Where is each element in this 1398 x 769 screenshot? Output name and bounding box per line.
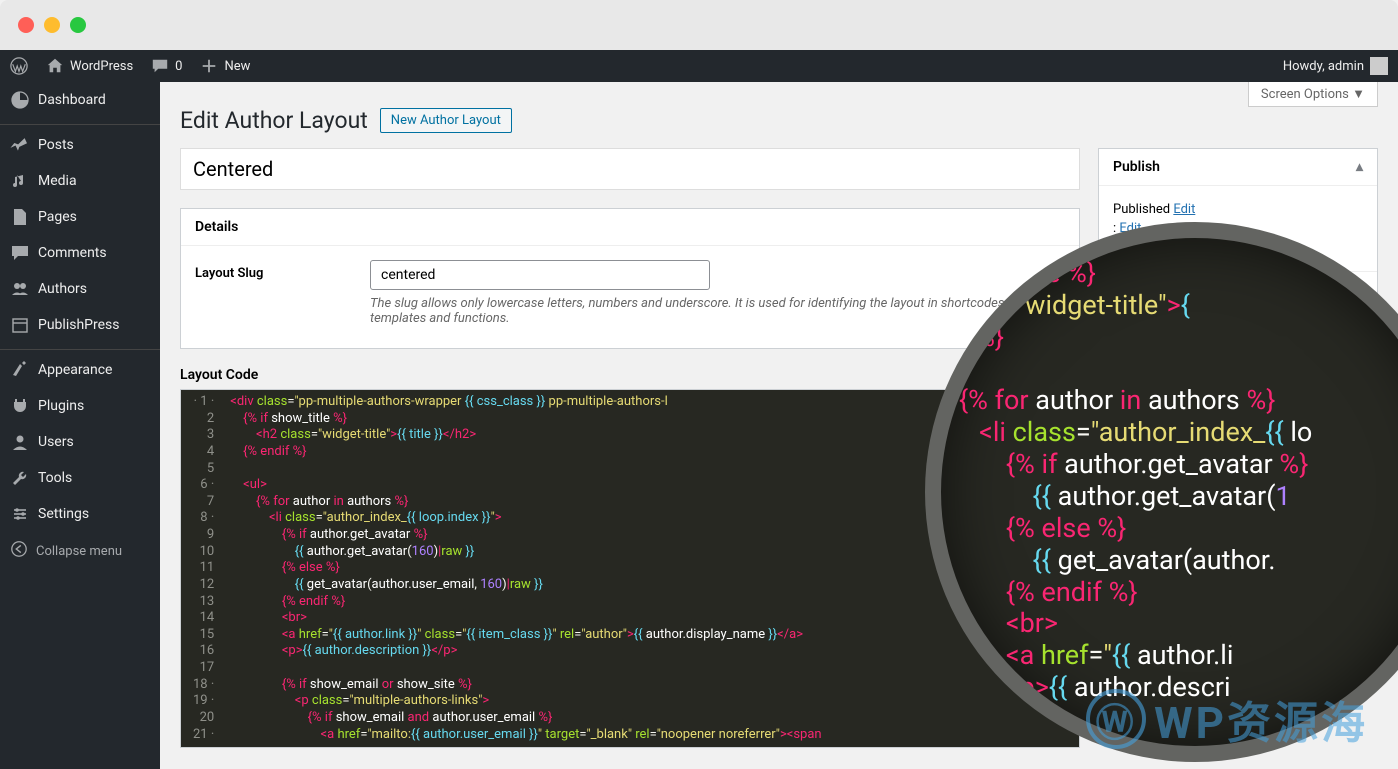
sidebar-item-authors[interactable]: Authors [0,271,160,307]
maximize-window-button[interactable] [70,17,86,33]
details-postbox: Details Layout Slug The slug allows only… [180,208,1080,349]
collapse-menu-button[interactable]: Collapse menu [0,532,160,570]
comment-icon [10,243,30,263]
page-icon [10,207,30,227]
sidebar-item-users[interactable]: Users [0,424,160,460]
page-title: Edit Author Layout [180,107,368,134]
tools-icon [10,468,30,488]
publish-heading: Publish [1113,159,1160,175]
sidebar-item-appearance[interactable]: Appearance [0,349,160,388]
sidebar-item-dashboard[interactable]: Dashboard [0,82,160,118]
plugin-icon [10,396,30,416]
account-menu[interactable]: Howdy, admin [1283,57,1388,75]
howdy-label: Howdy, admin [1283,59,1364,74]
admin-menu: Dashboard Posts Media Pages Comments Aut… [0,82,160,769]
appearance-icon [10,360,30,380]
sidebar-item-media[interactable]: Media [0,163,160,199]
plus-icon [200,57,218,75]
details-heading: Details [181,209,1079,246]
new-author-layout-button[interactable]: New Author Layout [380,108,512,133]
groups-icon [10,279,30,299]
line-gutter: · 1 ·23456 ·78 ·9101112131415161718 ·19 … [181,390,222,747]
sidebar-item-comments[interactable]: Comments [0,235,160,271]
layout-code-heading: Layout Code [180,367,1080,383]
zoom-content: le %} ass="widget-title">{ f %} {% for a… [959,258,1312,704]
sidebar-item-posts[interactable]: Posts [0,124,160,163]
new-content-menu[interactable]: New [200,57,250,75]
sidebar-item-plugins[interactable]: Plugins [0,388,160,424]
wordpress-logo-icon [10,57,28,75]
wp-logo-menu[interactable] [10,57,28,75]
layout-title-input[interactable] [180,148,1080,190]
layout-slug-label: Layout Slug [195,260,350,326]
sidebar-item-settings[interactable]: Settings [0,496,160,532]
home-icon [46,57,64,75]
dashboard-icon [10,90,30,110]
sidebar-item-publishpress[interactable]: PublishPress [0,307,160,343]
site-name-menu[interactable]: WordPress [46,57,133,75]
publish-status: Published Edit [1113,200,1363,219]
mac-titlebar [0,0,1398,50]
comments-count: 0 [175,59,182,74]
site-name-label: WordPress [70,59,133,74]
collapse-icon [10,540,28,562]
sidebar-item-pages[interactable]: Pages [0,199,160,235]
minimize-window-button[interactable] [44,17,60,33]
admin-bar: WordPress 0 New Howdy, admin [0,50,1398,82]
watermark-logo-icon: Ⓦ [1086,689,1146,749]
media-icon [10,171,30,191]
watermark: Ⓦ WP资源海 [1086,687,1368,751]
sidebar-item-tools[interactable]: Tools [0,460,160,496]
layout-slug-input[interactable] [370,260,710,290]
avatar-icon [1370,57,1388,75]
zoom-lens-overlay: le %} ass="widget-title">{ f %} {% for a… [925,222,1398,762]
chevron-down-icon: ▼ [1352,87,1365,102]
main-content: Screen Options ▼ Edit Author Layout New … [160,82,1398,769]
comment-icon [151,57,169,75]
close-window-button[interactable] [18,17,34,33]
new-content-label: New [224,59,250,74]
toggle-panel-icon[interactable]: ▴ [1356,159,1363,175]
comments-menu[interactable]: 0 [151,57,182,75]
edit-status-link[interactable]: Edit [1173,202,1195,217]
user-icon [10,432,30,452]
pin-icon [10,135,30,155]
calendar-icon [10,315,30,335]
screen-options-button[interactable]: Screen Options ▼ [1248,82,1378,107]
code-content: <div class="pp-multiple-authors-wrapper … [222,390,829,747]
settings-icon [10,504,30,524]
